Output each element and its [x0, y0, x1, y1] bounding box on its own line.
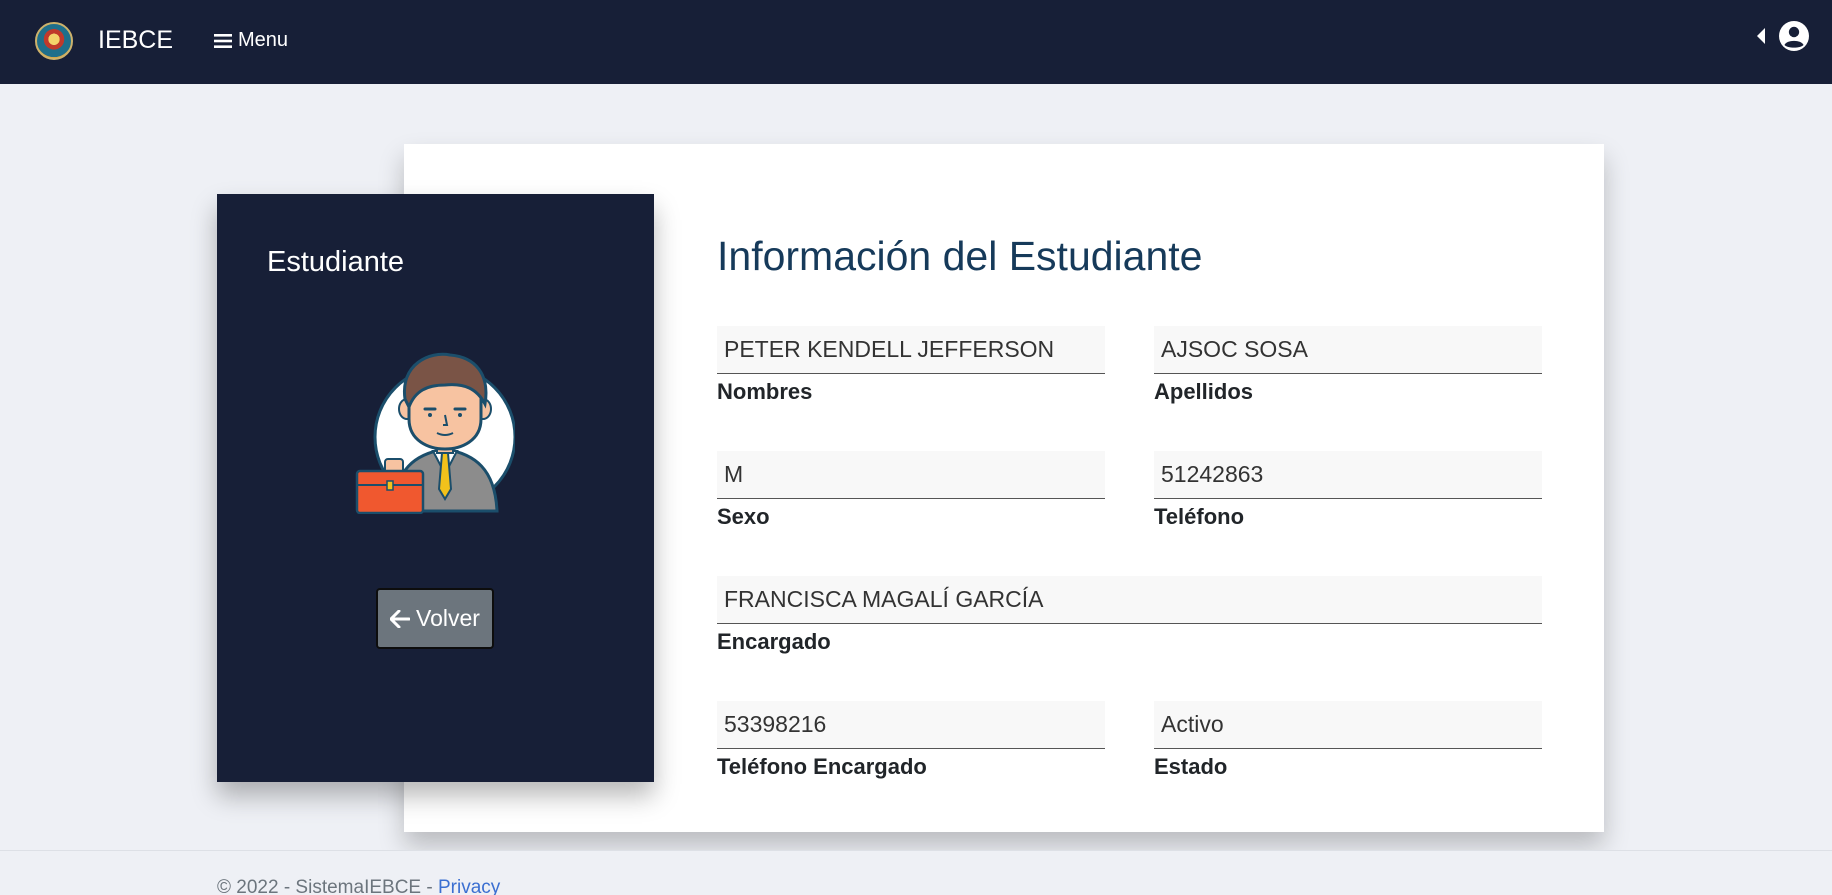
telefono-encargado-label: Teléfono Encargado — [717, 754, 927, 779]
sexo-label: Sexo — [717, 504, 770, 529]
user-menu[interactable] — [1756, 20, 1810, 52]
user-circle-icon[interactable] — [1778, 20, 1810, 52]
footer-text: © 2022 - SistemaIEBCE - Privacy — [217, 877, 500, 895]
telefono-input[interactable]: 51242863 — [1154, 451, 1542, 499]
menu-label: Menu — [238, 29, 289, 51]
estado-input[interactable]: Activo — [1154, 701, 1542, 749]
nombres-label: Nombres — [717, 379, 813, 404]
encargado-input[interactable]: FRANCISCA MAGALÍ GARCÍA — [717, 576, 1542, 624]
side-panel-title: Estudiante — [267, 246, 405, 278]
caret-left-icon — [1757, 28, 1765, 44]
top-navbar: IEBCE Menu — [0, 0, 1832, 84]
field-sexo: M Sexo — [717, 451, 1105, 530]
hamburger-icon — [214, 33, 232, 48]
student-avatar-illustration — [355, 352, 515, 514]
sexo-input[interactable]: M — [717, 451, 1105, 499]
back-button-label: Volver — [416, 605, 480, 631]
student-side-panel: Estudiante Volver — [217, 194, 654, 782]
field-estado: Activo Estado — [1154, 701, 1542, 780]
school-crest-logo[interactable] — [35, 22, 73, 60]
arrow-left-icon — [390, 609, 411, 628]
telefono-label: Teléfono — [1154, 504, 1245, 529]
field-apellidos: AJSOC SOSA Apellidos — [1154, 326, 1542, 405]
menu-button[interactable]: Menu — [214, 29, 288, 52]
apellidos-label: Apellidos — [1154, 379, 1254, 404]
estado-label: Estado — [1154, 754, 1228, 779]
apellidos-input[interactable]: AJSOC SOSA — [1154, 326, 1542, 374]
encargado-label: Encargado — [717, 629, 831, 654]
field-encargado: FRANCISCA MAGALÍ GARCÍA Encargado — [717, 576, 1542, 655]
field-nombres: PETER KENDELL JEFFERSON Nombres — [717, 326, 1105, 405]
field-telefono: 51242863 Teléfono — [1154, 451, 1542, 530]
back-button[interactable]: Volver — [376, 588, 494, 649]
nombres-input[interactable]: PETER KENDELL JEFFERSON — [717, 326, 1105, 374]
brand-link[interactable]: IEBCE — [98, 26, 173, 55]
page-title: Información del Estudiante — [717, 233, 1203, 279]
telefono-encargado-input[interactable]: 53398216 — [717, 701, 1105, 749]
field-telefono-encargado: 53398216 Teléfono Encargado — [717, 701, 1105, 780]
page-footer: © 2022 - SistemaIEBCE - Privacy — [0, 850, 1832, 895]
privacy-link[interactable]: Privacy — [438, 877, 500, 895]
copyright-text: © 2022 - SistemaIEBCE - — [217, 877, 438, 895]
